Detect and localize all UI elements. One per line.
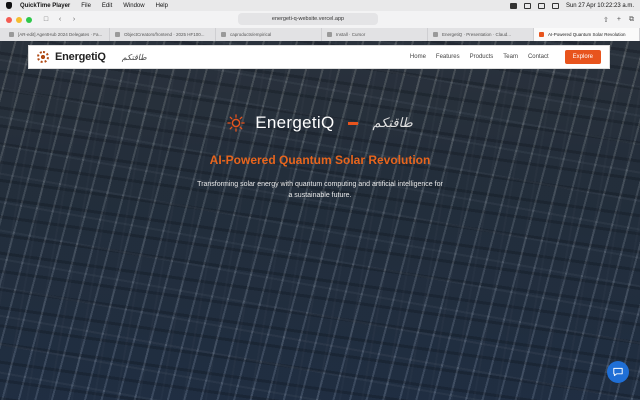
- nav-links: Home Features Products Team Contact Expl…: [410, 50, 601, 64]
- status-icon[interactable]: [509, 2, 517, 9]
- favicon-icon: [327, 32, 332, 37]
- tab-label: Install · Cursor: [336, 32, 366, 37]
- hero-brand-arabic: طاقتكم: [372, 115, 413, 130]
- address-bar[interactable]: energeti-q-website.vercel.app: [238, 13, 378, 25]
- close-window-button[interactable]: [6, 16, 12, 23]
- nav-link-products[interactable]: Products: [470, 54, 494, 60]
- back-icon[interactable]: ‹: [56, 16, 64, 23]
- nav-link-features[interactable]: Features: [436, 54, 460, 60]
- hero-subtitle-line-1: Transforming solar energy with quantum c…: [197, 181, 443, 188]
- minimize-window-button[interactable]: [16, 16, 22, 23]
- tab-1[interactable]: ObjectCreators/frontend · 2025 HF100...: [110, 28, 216, 41]
- new-tab-icon[interactable]: +: [617, 16, 621, 24]
- tab-5-active[interactable]: AI-Powered Quantum Solar Revolution: [534, 28, 640, 41]
- menu-file[interactable]: File: [81, 3, 91, 9]
- browser-toolbar: □ ‹ › energeti-q-website.vercel.app ⇧ + …: [0, 11, 640, 28]
- solar-panels-background: [0, 41, 640, 400]
- menu-edit[interactable]: Edit: [102, 3, 112, 9]
- hero-section: EnergetiQ طاقتكم AI-Powered Quantum Sola…: [0, 113, 640, 201]
- tab-label: [AR-edit] AgentHub 2024 Delegates · Fa..…: [18, 32, 103, 37]
- site-navbar: EnergetiQ طاقتكم Home Features Products …: [28, 45, 610, 69]
- tab-3[interactable]: Install · Cursor: [322, 28, 428, 41]
- menu-window[interactable]: Window: [123, 3, 144, 9]
- tab-4[interactable]: EnergetiQ · Presentation · Claud...: [428, 28, 534, 41]
- tab-label: ObjectCreators/frontend · 2025 HF100...: [124, 32, 205, 37]
- tab-label: caproducts/empirical: [230, 32, 272, 37]
- wifi-icon[interactable]: [537, 2, 545, 9]
- sun-icon: [227, 114, 245, 132]
- menu-app-name[interactable]: QuickTime Player: [20, 3, 70, 9]
- nav-link-home[interactable]: Home: [410, 54, 426, 60]
- chat-widget-button[interactable]: [607, 361, 629, 383]
- sidebar-toggle-icon[interactable]: □: [42, 16, 50, 23]
- explore-button[interactable]: Explore: [564, 50, 601, 64]
- favicon-icon: [9, 32, 14, 37]
- hero-subtitle-line-2: a sustainable future.: [288, 192, 352, 199]
- nav-brand[interactable]: EnergetiQ: [55, 51, 106, 63]
- sun-icon: [37, 51, 49, 63]
- forward-icon[interactable]: ›: [70, 16, 78, 23]
- nav-link-contact[interactable]: Contact: [528, 54, 549, 60]
- tab-label: EnergetiQ · Presentation · Claud...: [442, 32, 512, 37]
- favicon-icon: [115, 32, 120, 37]
- battery-icon[interactable]: [523, 2, 531, 9]
- apple-icon[interactable]: [6, 2, 12, 9]
- share-icon[interactable]: ⇧: [603, 16, 609, 24]
- hero-logo: EnergetiQ طاقتكم: [0, 113, 640, 133]
- menubar-status-area: Sun 27 Apr 10:22:23 a.m.: [509, 2, 634, 9]
- tab-overview-icon[interactable]: ⧉: [629, 16, 634, 24]
- chat-bubble-icon: [613, 367, 623, 377]
- tab-2[interactable]: caproducts/empirical: [216, 28, 322, 41]
- favicon-icon: [539, 32, 544, 37]
- nav-brand-arabic: طاقتكم: [121, 52, 147, 62]
- url-text: energeti-q-website.vercel.app: [271, 16, 345, 22]
- hero-headline: AI-Powered Quantum Solar Revolution: [209, 153, 431, 167]
- hero-brand: EnergetiQ: [255, 113, 335, 132]
- nav-link-team[interactable]: Team: [503, 54, 518, 60]
- tab-0[interactable]: [AR-edit] AgentHub 2024 Delegates · Fa..…: [4, 28, 110, 41]
- brand-dash: [348, 121, 359, 125]
- website-page: EnergetiQ طاقتكم Home Features Products …: [0, 41, 640, 400]
- tab-bar: [AR-edit] AgentHub 2024 Delegates · Fa..…: [0, 28, 640, 41]
- search-icon[interactable]: [551, 2, 559, 9]
- macos-menubar: QuickTime Player File Edit Window Help S…: [0, 0, 640, 11]
- hero-subtitle: Transforming solar energy with quantum c…: [0, 179, 640, 201]
- github-icon: [221, 32, 226, 37]
- tab-label: AI-Powered Quantum Solar Revolution: [548, 32, 626, 37]
- menubar-clock[interactable]: Sun 27 Apr 10:22:23 a.m.: [566, 3, 634, 9]
- menu-help[interactable]: Help: [156, 3, 168, 9]
- favicon-icon: [433, 32, 438, 37]
- toolbar-right-actions: ⇧ + ⧉: [603, 16, 634, 24]
- zoom-window-button[interactable]: [26, 16, 32, 23]
